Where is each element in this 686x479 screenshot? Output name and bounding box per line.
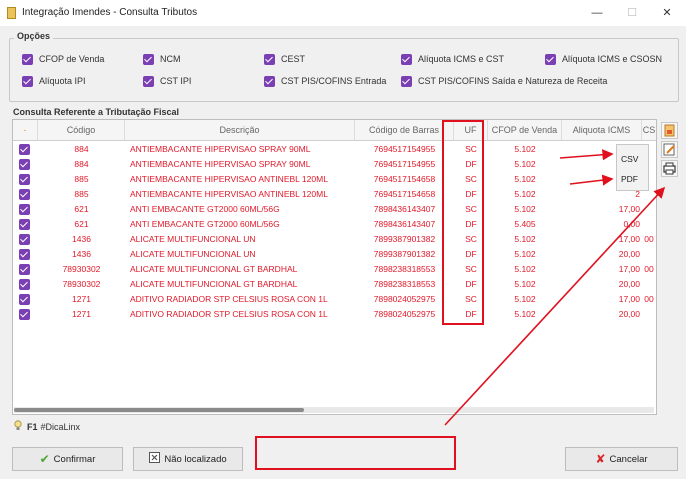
arrow-to-print [444, 186, 666, 426]
annotation-arrows [444, 149, 666, 426]
arrow-to-csv [559, 149, 614, 161]
main-window: Integração Imendes - Consulta Tributos —… [0, 0, 686, 479]
arrow-to-pdf [569, 174, 614, 186]
